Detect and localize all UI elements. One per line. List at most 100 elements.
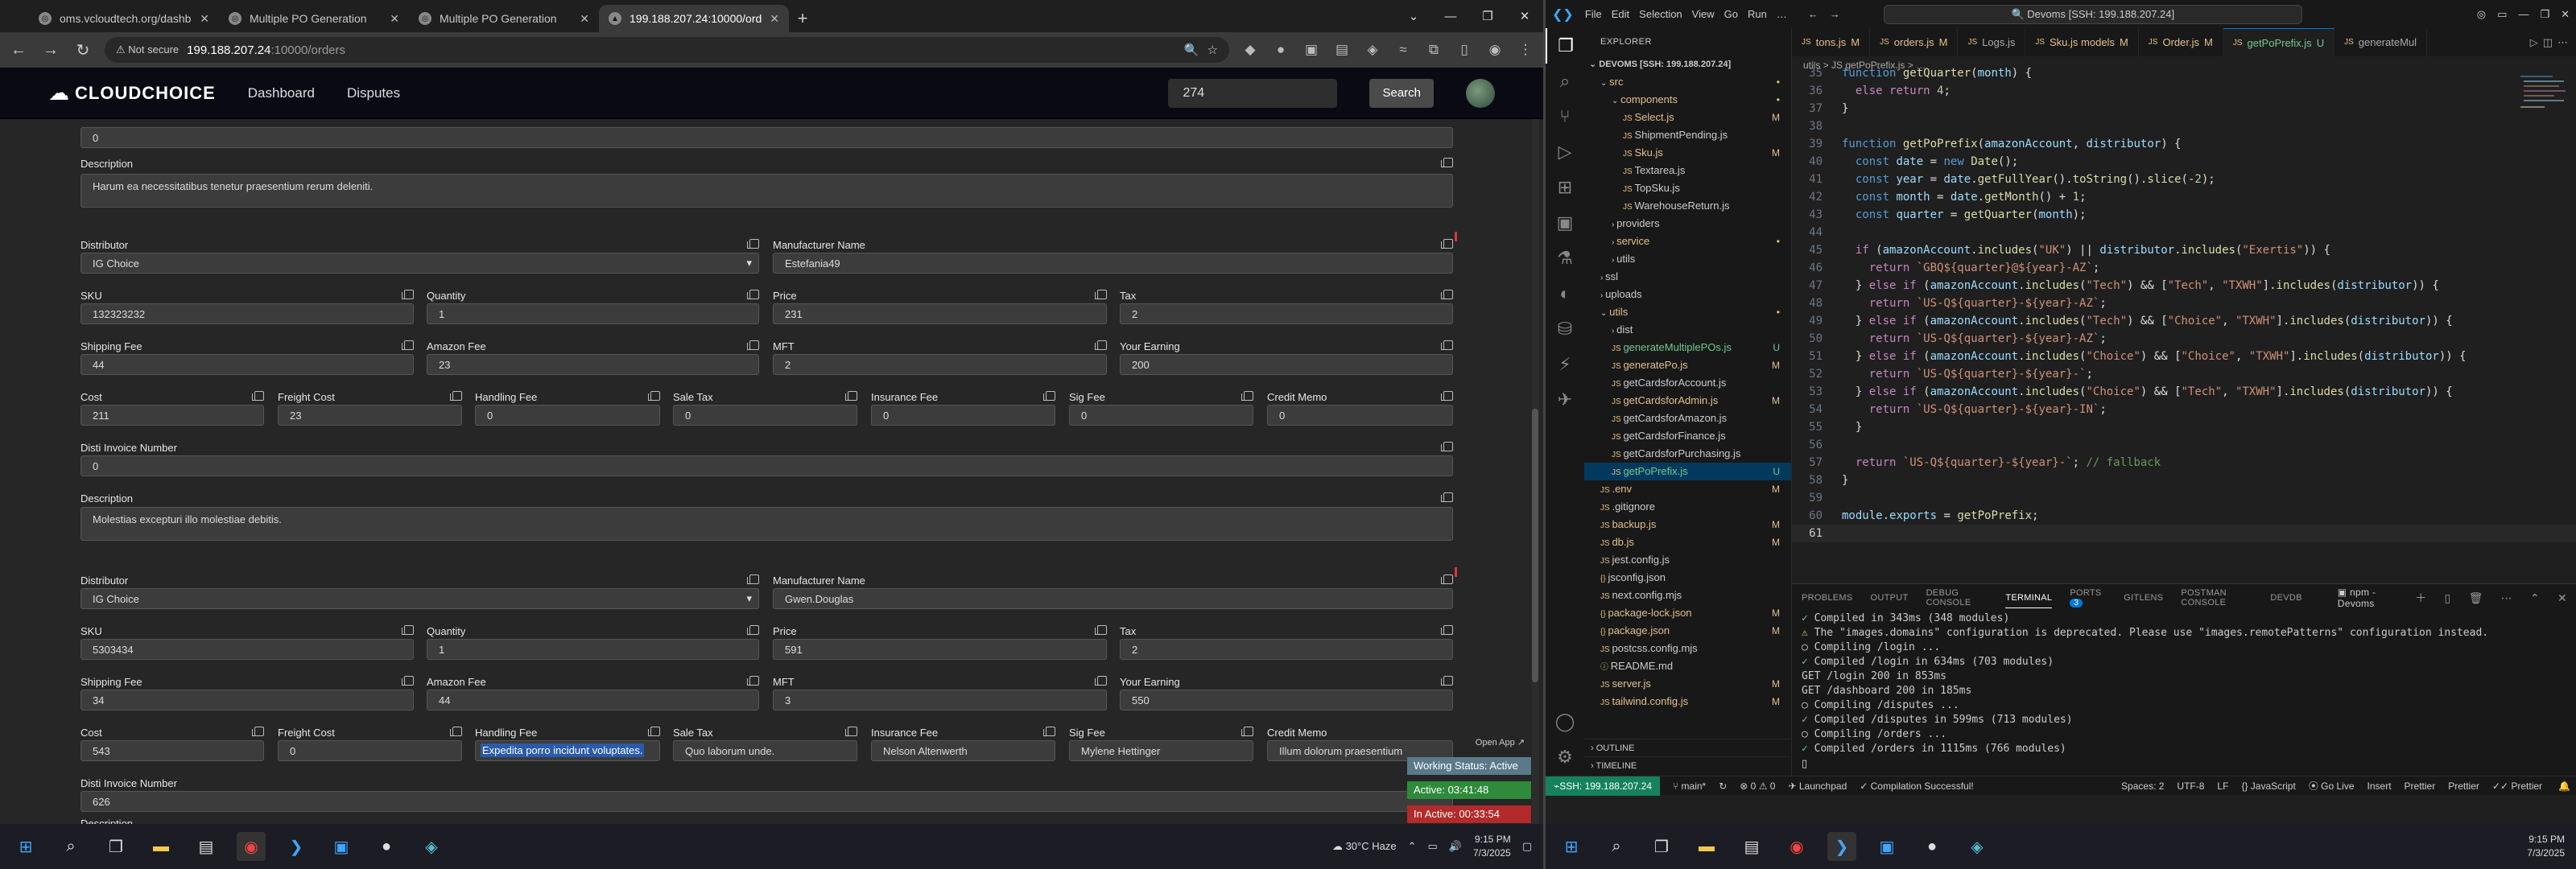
tree-file[interactable]: JS Textarea.js: [1584, 162, 1791, 179]
postman-icon[interactable]: ✈: [1546, 382, 1584, 418]
tree-file[interactable]: {} package-lock.json M: [1584, 604, 1791, 622]
prettier-status-2[interactable]: Prettier: [2448, 780, 2479, 792]
minimize-icon[interactable]: —: [2518, 8, 2529, 20]
language-status[interactable]: {} JavaScript: [2241, 780, 2295, 792]
tree-file[interactable]: JS generatePo.js M: [1584, 356, 1791, 374]
errors-status[interactable]: ⊗ 0 ⚠ 0: [1740, 780, 1775, 792]
tab-gitlens[interactable]: GITLENS: [2124, 593, 2163, 603]
trash-icon[interactable]: 🗑: [2469, 591, 2483, 605]
testing-icon[interactable]: ⚗: [1546, 241, 1584, 276]
back-icon[interactable]: ←: [8, 41, 29, 60]
search-icon[interactable]: ⌕: [1546, 64, 1584, 99]
copy-icon[interactable]: [252, 727, 264, 736]
close-tab-icon[interactable]: ✕: [580, 12, 589, 26]
copy-icon[interactable]: [402, 340, 414, 350]
copy-icon[interactable]: [1095, 676, 1107, 686]
browser-tab-2[interactable]: ◎ Multiple PO Generation ✕: [219, 5, 409, 32]
tab-output[interactable]: OUTPUT: [1871, 593, 1909, 603]
minimap[interactable]: [2520, 74, 2569, 138]
prettier-status-3[interactable]: ✓✓ Prettier: [2492, 780, 2542, 792]
split-terminal-icon[interactable]: ▯: [2445, 591, 2451, 605]
nav-disputes[interactable]: Disputes: [347, 85, 400, 101]
editor-tab[interactable]: JS tons.js M: [1792, 28, 1871, 56]
tax-input[interactable]: 2: [1120, 639, 1453, 660]
code-area[interactable]: 35 function getQuarter(month) { 36 else r…: [1792, 64, 2576, 542]
file-explorer-icon[interactable]: ▬: [1692, 832, 1721, 861]
insert-status[interactable]: Insert: [2368, 780, 2392, 792]
fd-extension-icon[interactable]: ▣: [1302, 42, 1321, 58]
tree-folder[interactable]: › providers: [1584, 215, 1791, 233]
golive-status[interactable]: ⦿ Go Live: [2309, 779, 2355, 793]
tree-file[interactable]: JS postcss.config.mjs: [1584, 640, 1791, 657]
tree-file[interactable]: JS ShipmentPending.js: [1584, 126, 1791, 144]
volume-icon[interactable]: 🔊: [1449, 840, 1462, 853]
thunder-icon[interactable]: ⚡: [1546, 347, 1584, 382]
sale-tax-input[interactable]: 0: [673, 405, 857, 426]
tab-problems[interactable]: PROBLEMS: [1802, 593, 1853, 603]
outline-section[interactable]: › OUTLINE: [1584, 739, 1792, 756]
bookmark-star-icon[interactable]: ☆: [1208, 43, 1218, 57]
copy-icon[interactable]: [1441, 391, 1453, 401]
copy-icon[interactable]: [845, 391, 857, 401]
copy-icon[interactable]: [1441, 239, 1453, 249]
terminal-output[interactable]: ✓ Compiled in 343ms (348 modules) ⚠ The "…: [1792, 612, 2576, 756]
maximize-panel-icon[interactable]: ⌃: [2530, 591, 2540, 605]
branch-status[interactable]: ⑂ main*: [1673, 780, 1706, 792]
incognito-extension-icon[interactable]: ◆: [1241, 42, 1260, 58]
insurance-fee-input[interactable]: Nelson Altenwerth: [871, 740, 1055, 761]
copy-icon[interactable]: [1441, 492, 1453, 502]
copy-icon[interactable]: [648, 727, 660, 736]
editor-tab[interactable]: JS Order.js M: [2139, 28, 2223, 56]
cost-input[interactable]: 211: [80, 405, 264, 426]
manufacturer-input[interactable]: Estefania49: [773, 253, 1453, 274]
copy-icon[interactable]: [747, 575, 759, 584]
minimize-icon[interactable]: —: [1432, 0, 1469, 32]
copy-icon[interactable]: [450, 727, 462, 736]
tree-file[interactable]: JS jest.config.js: [1584, 551, 1791, 569]
more-actions-icon[interactable]: ⋯: [2501, 591, 2512, 605]
tree-file[interactable]: JS TopSku.js: [1584, 179, 1791, 197]
gitlens-icon[interactable]: ◐: [1546, 276, 1584, 311]
eol-status[interactable]: LF: [2217, 780, 2228, 792]
copy-icon[interactable]: [1441, 676, 1453, 686]
copy-icon[interactable]: [450, 391, 462, 401]
tree-folder[interactable]: ⌄ utils •: [1584, 303, 1791, 321]
file-explorer-icon[interactable]: ▬: [147, 832, 175, 861]
app-taskbar-icon[interactable]: ●: [1918, 832, 1946, 861]
copy-icon[interactable]: [1043, 727, 1055, 736]
shipping-fee-input[interactable]: 44: [80, 354, 414, 375]
sku-input[interactable]: 132323232: [80, 303, 414, 324]
restore-icon[interactable]: ❐: [2540, 8, 2549, 21]
clock[interactable]: 9:15 PM 7/3/2025: [2527, 833, 2565, 860]
explorer-icon[interactable]: ❐: [1546, 28, 1584, 64]
copy-icon[interactable]: [1095, 625, 1107, 635]
tax-input[interactable]: 2: [1120, 303, 1453, 324]
sidepanel-icon[interactable]: ▯: [1455, 42, 1474, 58]
weather-widget[interactable]: ☁ 30°C Haze: [1332, 840, 1397, 853]
tree-file[interactable]: JS .gitignore: [1584, 498, 1791, 516]
cost-input[interactable]: 543: [80, 740, 264, 761]
browser-tab-4[interactable]: ▲199.188.207.24:10000/orders✕: [599, 5, 789, 32]
cloudchoice-logo[interactable]: ☁ CLOUDCHOICE: [48, 80, 216, 105]
copy-icon[interactable]: [747, 676, 759, 686]
circle-extension-icon[interactable]: ●: [1271, 42, 1290, 58]
nav-dashboard[interactable]: Dashboard: [248, 85, 315, 101]
copy-icon[interactable]: [1241, 391, 1253, 401]
copy-icon[interactable]: [1441, 575, 1453, 584]
close-tab-icon[interactable]: ✕: [200, 12, 209, 26]
quantity-input[interactable]: 1: [427, 639, 759, 660]
new-terminal-icon[interactable]: ＋: [2415, 590, 2426, 606]
copy-icon[interactable]: [1441, 158, 1453, 167]
reload-icon[interactable]: ↻: [72, 40, 93, 60]
run-icon[interactable]: ▷: [2530, 36, 2538, 49]
menu-edit[interactable]: Edit: [1612, 8, 1629, 20]
split-editor-icon[interactable]: ◫: [2543, 36, 2553, 49]
handling-fee-input[interactable]: Expedita porro incidunt voluptates.: [475, 740, 660, 761]
disti-invoice-input[interactable]: 0: [80, 455, 1453, 476]
encoding-status[interactable]: UTF-8: [2177, 780, 2204, 792]
run-debug-icon[interactable]: ▷: [1546, 134, 1584, 170]
database-icon[interactable]: ⛁: [1546, 311, 1584, 347]
tray-chevron-icon[interactable]: ⌃: [1408, 840, 1417, 853]
order-search-input[interactable]: 274: [1168, 78, 1338, 108]
tree-file[interactable]: JS tailwind.config.js M: [1584, 693, 1791, 710]
